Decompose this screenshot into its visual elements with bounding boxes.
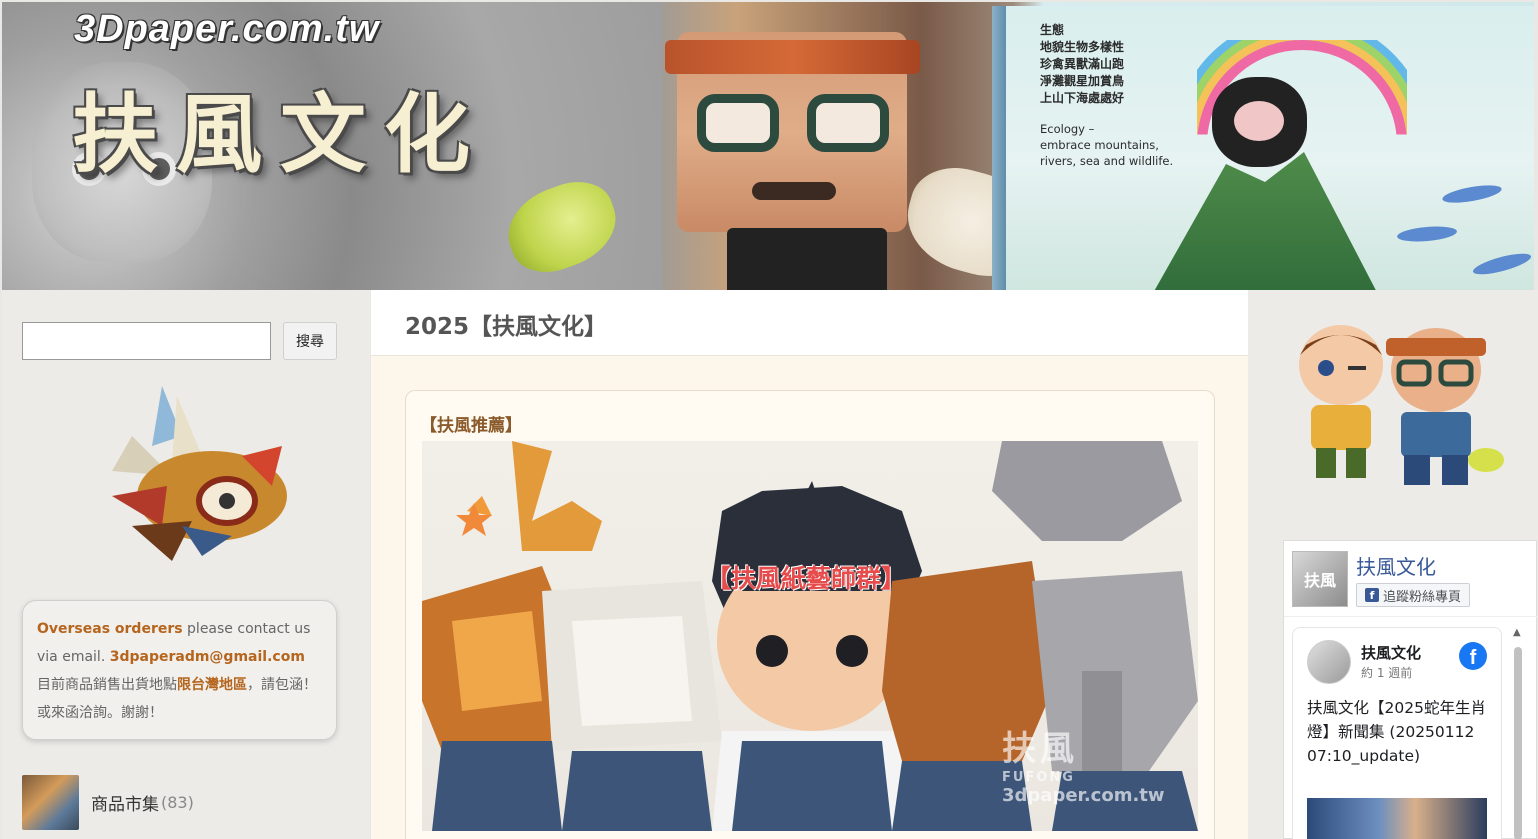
fb-post[interactable]: 扶風文化 約 1 週前 f 扶風文化【2025蛇年生肖燈】新聞集 (202501… <box>1292 627 1502 839</box>
facebook-icon: f <box>1365 588 1379 602</box>
right-sidebar: 扶風 扶風文化 f 追蹤粉絲專頁 扶風文化 約 1 週前 f 扶風文化【2025… <box>1248 290 1538 839</box>
main-content: 2025【扶風文化】 【扶風推薦】 【扶風紙藝師群】 扶風 FUFONG 3dp… <box>371 290 1248 839</box>
fb-post-text: 扶風文化【2025蛇年生肖燈】新聞集 (20250112 07:10_updat… <box>1307 699 1486 765</box>
image-watermark: 扶風 FUFONG 3dpaper.com.tw <box>1002 729 1165 806</box>
scroll-up-arrow-icon[interactable]: ▲ <box>1513 627 1521 638</box>
scrollbar-thumb[interactable] <box>1514 647 1522 839</box>
facebook-page-widget: 扶風 扶風文化 f 追蹤粉絲專頁 扶風文化 約 1 週前 f 扶風文化【2025… <box>1283 540 1538 839</box>
mascot-characters-illustration <box>1299 325 1504 485</box>
main-header: 2025【扶風文化】 <box>371 290 1248 356</box>
paper-man-illustration <box>657 2 927 290</box>
page-title: 2025【扶風文化】 <box>405 314 608 340</box>
facebook-icon[interactable]: f <box>1459 642 1487 670</box>
search-button[interactable]: 搜尋 <box>283 322 337 360</box>
fb-scrollbar[interactable]: ▲ <box>1512 627 1524 839</box>
paper-dragon-illustration <box>112 386 287 561</box>
brand-logo-text: 扶風文化 <box>72 84 488 185</box>
fb-post-timestamp[interactable]: 約 1 週前 <box>1361 664 1412 681</box>
fb-post-author[interactable]: 扶風文化 <box>1361 642 1421 663</box>
post-featured-image[interactable]: 【扶風紙藝師群】 扶風 FUFONG 3dpaper.com.tw <box>422 441 1198 831</box>
left-sidebar: 搜尋 Overseas orderers please contact us v… <box>2 290 370 839</box>
fb-page-name-link[interactable]: 扶風文化 <box>1356 551 1436 580</box>
image-overlay-title: 【扶風紙藝師群】 <box>706 564 907 593</box>
fb-widget-header: 扶風 扶風文化 f 追蹤粉絲專頁 <box>1284 541 1538 617</box>
fb-page-logo[interactable]: 扶風 <box>1292 551 1348 607</box>
book-page-text: 生態 地貌生物多樣性 珍禽異獸滿山跑 淨灘觀星加賞鳥 上山下海處處好 Ecolo… <box>1040 23 1174 168</box>
fb-follow-button[interactable]: f 追蹤粉絲專頁 <box>1356 583 1471 607</box>
post-card: 【扶風推薦】 【扶風紙藝師群】 扶風 FUFONG 3dpaper.com.tw <box>405 390 1215 839</box>
overseas-highlight: Overseas orderers <box>37 621 183 637</box>
bear-illustration <box>1212 77 1307 167</box>
category-item-market[interactable]: 商品市集 (83) <box>22 774 352 830</box>
post-tag[interactable]: 【扶風推薦】 <box>420 411 522 436</box>
category-count: (83) <box>161 792 194 812</box>
site-url-logo: 3Dpaper.com.tw <box>74 8 380 50</box>
avatar[interactable] <box>1307 640 1351 684</box>
region-highlight: 限台灣地區 <box>177 677 247 693</box>
header-banner[interactable]: 3Dpaper.com.tw 扶風文化 生態 地貌生物多樣性 珍禽異獸滿山跑 淨… <box>2 2 1534 290</box>
overseas-contact-notice: Overseas orderers please contact us via … <box>22 600 337 740</box>
category-label: 商品市集 <box>91 794 159 815</box>
category-thumbnail <box>22 774 79 830</box>
contact-email-link[interactable]: 3dpaperadm@gmail.com <box>110 649 305 665</box>
search-input[interactable] <box>22 322 271 360</box>
fb-post-image[interactable] <box>1307 798 1487 839</box>
